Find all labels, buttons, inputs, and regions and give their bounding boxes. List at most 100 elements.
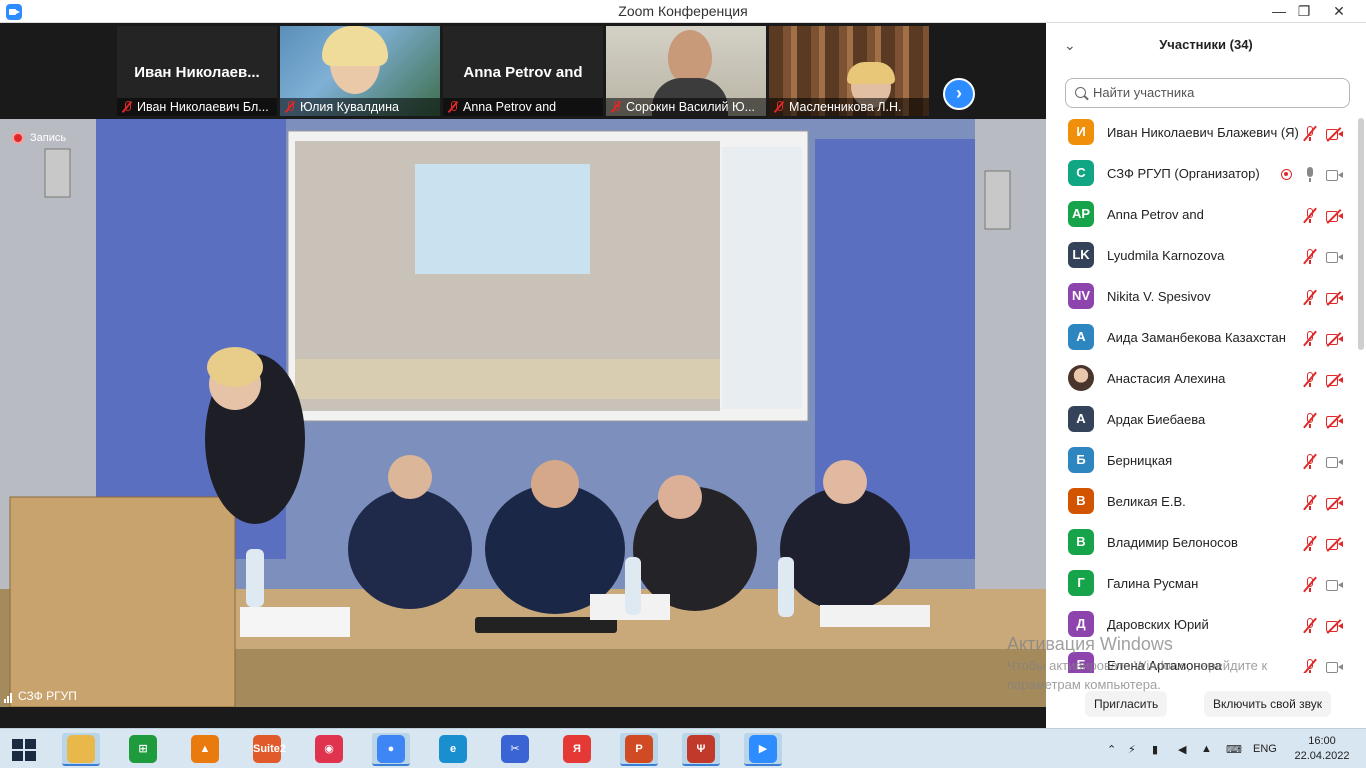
- mic-muted-icon: [774, 101, 784, 113]
- recording-icon: [1281, 169, 1292, 180]
- search-placeholder: Найти участника: [1093, 85, 1195, 100]
- suite-icon[interactable]: Suite2: [248, 733, 286, 766]
- participant-row[interactable]: Г Галина Русман: [1046, 564, 1356, 605]
- window-title: Zoom Конференция: [618, 3, 748, 19]
- participant-list[interactable]: И Иван Николаевич Блажевич (Я) С СЗФ РГУП (…: [1046, 113, 1356, 673]
- snipping-tool-icon[interactable]: ✂: [496, 733, 534, 766]
- participant-row[interactable]: NV Nikita V. Spesivov: [1046, 277, 1356, 318]
- reader-icon[interactable]: Ψ: [682, 733, 720, 766]
- zoom-icon[interactable]: ▶: [744, 733, 782, 766]
- camera-off-icon[interactable]: [1326, 211, 1343, 222]
- participant-row[interactable]: AP Anna Petrov and: [1046, 195, 1356, 236]
- camera-off-icon[interactable]: [1326, 375, 1343, 386]
- participant-name: Аида Заманбекова Казахстан: [1107, 330, 1286, 345]
- participant-row[interactable]: Е Елена Артамонова: [1046, 646, 1356, 673]
- tile-name-label: Масленникова Л.Н.: [789, 100, 902, 114]
- powerpoint-icon[interactable]: P: [620, 733, 658, 766]
- camera-on-icon[interactable]: [1326, 580, 1343, 591]
- camera-off-icon[interactable]: [1326, 334, 1343, 345]
- video-tile[interactable]: Anna Petrov and Anna Petrov and: [443, 26, 603, 116]
- close-button[interactable]: ✕: [1322, 0, 1356, 23]
- camera-on-icon[interactable]: [1326, 457, 1343, 468]
- signal-strength-icon: [4, 693, 12, 703]
- yandex-browser-icon[interactable]: Я: [558, 733, 596, 766]
- tray-overflow-icon[interactable]: ⌃: [1107, 743, 1116, 756]
- participant-row[interactable]: А Ардак Биебаева: [1046, 400, 1356, 441]
- video-tile[interactable]: Сорокин Василий Ю...: [606, 26, 766, 116]
- camera-off-icon[interactable]: [1326, 293, 1343, 304]
- mic-muted-icon[interactable]: [1304, 208, 1316, 224]
- mic-muted-icon[interactable]: [1304, 577, 1316, 593]
- mic-muted-icon[interactable]: [1304, 413, 1316, 429]
- mic-muted-icon[interactable]: [1304, 495, 1316, 511]
- participant-row[interactable]: Анастасия Алехина: [1046, 359, 1356, 400]
- mic-muted-icon[interactable]: [1304, 372, 1316, 388]
- participant-row[interactable]: И Иван Николаевич Блажевич (Я): [1046, 113, 1356, 154]
- mic-muted-icon: [285, 101, 295, 113]
- windows-taskbar: ⊞ ▲ Suite2 ◉ ● e ✂ Я P Ψ ▶ ⌃ ⚡ ▮ ◀ ▲ ⌨ ENG 16:00 2…: [0, 728, 1366, 768]
- keyboard-icon[interactable]: ⌨: [1226, 743, 1242, 756]
- tile-name-label: Сорокин Василий Ю...: [626, 100, 756, 114]
- video-tile[interactable]: Масленникова Л.Н.: [769, 26, 929, 116]
- mic-muted-icon[interactable]: [1304, 290, 1316, 306]
- camera-off-icon[interactable]: [1326, 539, 1343, 550]
- mic-muted-icon[interactable]: [1304, 536, 1316, 552]
- participant-search-input[interactable]: Найти участника: [1065, 78, 1350, 108]
- camera-on-icon[interactable]: [1326, 170, 1343, 181]
- participant-list-scrollbar[interactable]: [1358, 118, 1364, 350]
- network-icon[interactable]: ⚡: [1128, 743, 1136, 756]
- wifi-icon[interactable]: ▲: [1201, 743, 1212, 755]
- language-indicator[interactable]: ENG: [1253, 743, 1277, 755]
- participant-avatar: А: [1068, 324, 1094, 350]
- participant-row[interactable]: В Владимир Белоносов: [1046, 523, 1356, 564]
- participant-name: Галина Русман: [1107, 576, 1199, 591]
- video-gallery-strip: Иван Николаев... Иван Николаевич Бл... Ю…: [0, 23, 1046, 119]
- tile-name-label: Anna Petrov and: [463, 100, 557, 114]
- battery-icon[interactable]: ▮: [1152, 743, 1158, 756]
- mic-muted-icon: [448, 101, 458, 113]
- camera-off-icon[interactable]: [1326, 621, 1343, 632]
- participant-row[interactable]: Б Берницкая: [1046, 441, 1356, 482]
- participant-row[interactable]: С СЗФ РГУП (Организатор): [1046, 154, 1356, 195]
- video-tile[interactable]: Юлия Кувалдина: [280, 26, 440, 116]
- aimp-icon[interactable]: ▲: [186, 733, 224, 766]
- participant-row[interactable]: В Великая Е.В.: [1046, 482, 1356, 523]
- mic-muted-icon[interactable]: [1304, 331, 1316, 347]
- participant-avatar: А: [1068, 406, 1094, 432]
- maximize-button[interactable]: ❐: [1287, 0, 1321, 23]
- edge-icon[interactable]: e: [434, 733, 472, 766]
- participant-name: СЗФ РГУП (Организатор): [1107, 166, 1260, 181]
- participant-name: Берницкая: [1107, 453, 1173, 468]
- mic-muted-icon[interactable]: [1304, 126, 1316, 142]
- participant-row[interactable]: LK Lyudmila Karnozova: [1046, 236, 1356, 277]
- chrome-icon[interactable]: ●: [372, 733, 410, 766]
- active-speaker-label: СЗФ РГУП: [4, 689, 77, 703]
- gallery-next-button[interactable]: ›: [943, 78, 975, 110]
- mic-muted-icon[interactable]: [1304, 659, 1316, 673]
- mic-muted-icon[interactable]: [1304, 618, 1316, 634]
- participant-row[interactable]: А Аида Заманбекова Казахстан: [1046, 318, 1356, 359]
- camera-on-icon[interactable]: [1326, 662, 1343, 673]
- mic-on-icon[interactable]: [1304, 167, 1316, 183]
- invite-button[interactable]: Пригласить: [1085, 691, 1168, 717]
- system-clock[interactable]: 16:00 22.04.2022: [1290, 734, 1354, 764]
- camera-off-icon[interactable]: [1326, 498, 1343, 509]
- mic-muted-icon[interactable]: [1304, 454, 1316, 470]
- unmute-myself-button[interactable]: Включить свой звук: [1204, 691, 1331, 717]
- participant-row[interactable]: Д Даровских Юрий: [1046, 605, 1356, 646]
- participant-name: Владимир Белоносов: [1107, 535, 1238, 550]
- camera-on-icon[interactable]: [1326, 252, 1343, 263]
- mic-muted-icon[interactable]: [1304, 249, 1316, 265]
- participant-avatar: Г: [1068, 570, 1094, 596]
- clock-date: 22.04.2022: [1294, 750, 1350, 762]
- pdf-viewer-icon[interactable]: ◉: [310, 733, 348, 766]
- volume-icon[interactable]: ◀: [1178, 743, 1186, 756]
- participant-avatar: Б: [1068, 447, 1094, 473]
- store-icon[interactable]: ⊞: [124, 733, 162, 766]
- video-tile[interactable]: Иван Николаев... Иван Николаевич Бл...: [117, 26, 277, 116]
- camera-off-icon[interactable]: [1326, 129, 1343, 140]
- file-explorer-icon[interactable]: [62, 733, 100, 766]
- camera-off-icon[interactable]: [1326, 416, 1343, 427]
- windows-start-button[interactable]: [12, 739, 38, 761]
- participants-panel: ⌄ Участники (34) Найти участника И Иван Н…: [1046, 23, 1366, 728]
